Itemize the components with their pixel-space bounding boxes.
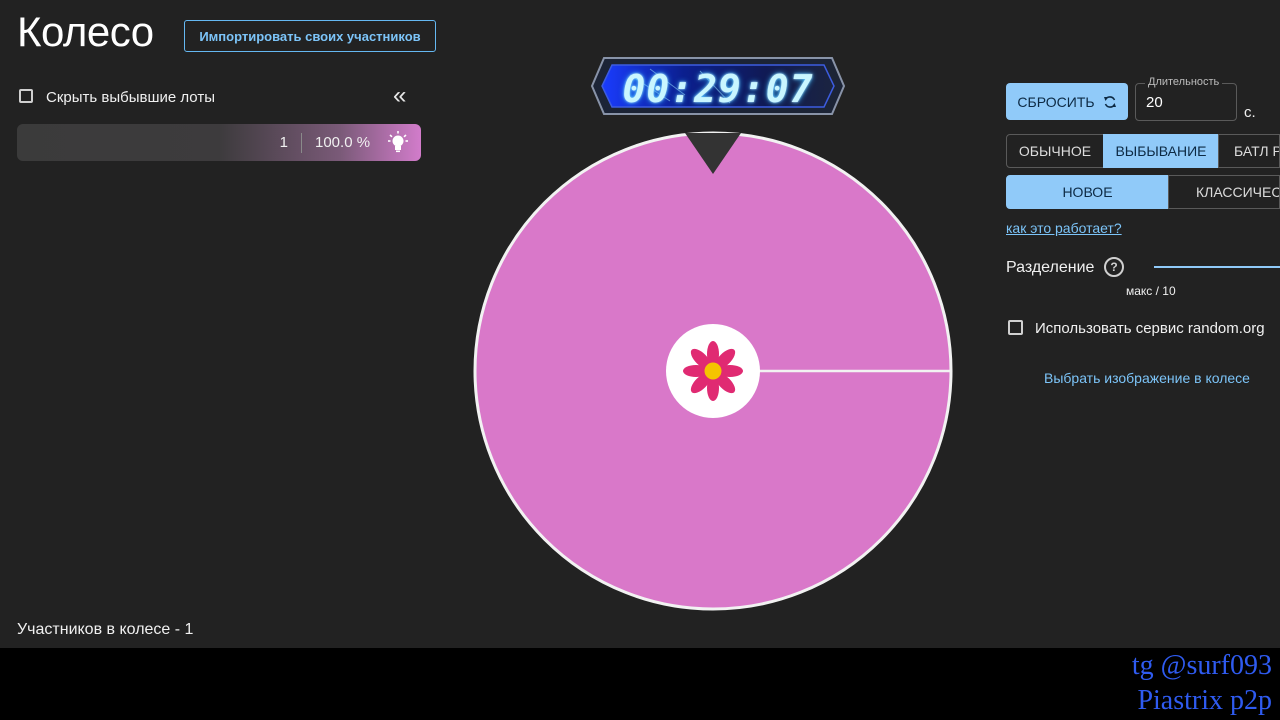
flower-icon <box>683 341 743 401</box>
reset-button[interactable]: СБРОСИТЬ <box>1006 83 1128 120</box>
random-org-label: Использовать сервис random.org <box>1035 320 1265 337</box>
question-circle-icon[interactable]: ? <box>1104 257 1124 277</box>
split-slider-label: макс / 10 <box>1126 284 1176 298</box>
bottom-bar: tg @surf093 Piastrix p2p <box>0 648 1280 720</box>
lot-count: 1 <box>279 134 288 151</box>
lightbulb-icon[interactable] <box>387 130 409 154</box>
duration-label: Длительность <box>1145 76 1223 88</box>
lot-row[interactable]: 1 100.0 % <box>17 124 421 161</box>
timer-value: 00:29:07 <box>622 67 814 111</box>
random-org-checkbox[interactable] <box>1008 320 1023 335</box>
hide-eliminated-label: Скрыть выбывшие лоты <box>46 89 215 106</box>
double-chevron-left-icon[interactable]: « <box>393 84 406 108</box>
lot-percent: 100.0 % <box>315 134 371 151</box>
wheel[interactable] <box>470 128 956 614</box>
hide-eliminated-checkbox[interactable] <box>19 89 33 103</box>
refresh-icon <box>1103 95 1116 108</box>
variant-new-button[interactable]: НОВОЕ <box>1006 175 1169 209</box>
duration-value[interactable]: 20 <box>1146 94 1163 111</box>
split-label: Разделение <box>1006 259 1095 276</box>
wheel-app: Колесо Импортировать своих участников Ск… <box>0 0 1280 648</box>
how-it-works-link[interactable]: как это работает? <box>1006 220 1122 236</box>
watermark-line-1: tg @surf093 <box>1131 650 1272 681</box>
spin-timer: 00:29:07 <box>590 55 846 117</box>
split-slider[interactable] <box>1154 266 1280 268</box>
reset-label: СБРОСИТЬ <box>1017 93 1095 110</box>
page-title: Колесо <box>17 8 154 55</box>
mode-elimination-button[interactable]: ВЫБЫВАНИЕ <box>1103 134 1219 168</box>
watermark-line-2: Piastrix p2p <box>1137 685 1272 716</box>
choose-image-link[interactable]: Выбрать изображение в колесе <box>1044 370 1250 386</box>
import-participants-button[interactable]: Импортировать своих участников <box>184 20 436 52</box>
variant-classic-button[interactable]: КЛАССИЧЕСК <box>1168 175 1280 209</box>
lot-divider <box>301 133 302 153</box>
duration-unit: с. <box>1244 104 1256 121</box>
participants-count: Участников в колесе - 1 <box>17 621 194 638</box>
mode-battle-button[interactable]: БАТЛ Р <box>1218 134 1280 168</box>
mode-normal-button[interactable]: ОБЫЧНОЕ <box>1006 134 1104 168</box>
